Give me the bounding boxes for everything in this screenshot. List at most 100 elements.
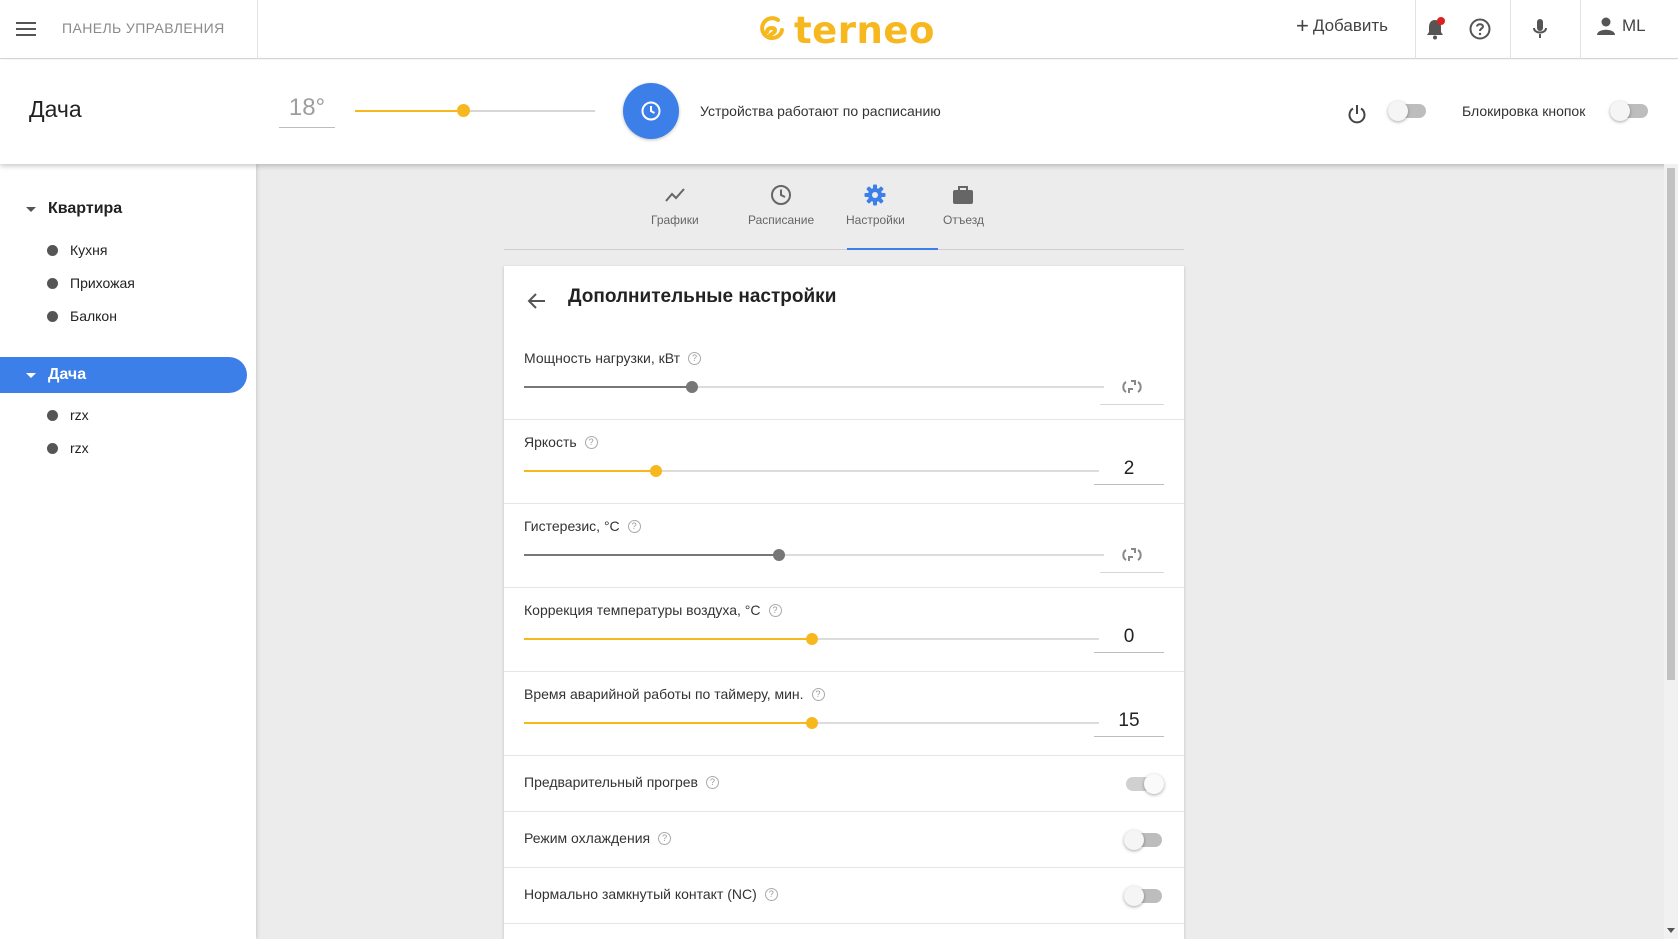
schedule-status-text: Устройства работают по расписанию (700, 103, 941, 119)
help-icon[interactable]: ? (688, 351, 702, 365)
setting-row-hysteresis: Гистерезис, °C? (504, 504, 1184, 588)
page-scrollbar[interactable] (1664, 164, 1678, 939)
sidebar-item-label: Прихожая (70, 275, 135, 291)
device-status-dot (47, 442, 58, 454)
brightness-slider[interactable] (524, 465, 1099, 477)
help-icon[interactable]: ? (627, 519, 641, 533)
setting-row-emergency-timer: Время аварийной работы по таймеру, мин.?… (504, 672, 1184, 756)
slider-thumb[interactable] (805, 633, 818, 645)
notifications-bell-icon[interactable] (1420, 14, 1450, 44)
setting-row-nc-contact: Нормально замкнутый контакт (NC)? (504, 868, 1184, 924)
divider (1510, 0, 1511, 59)
tab-settings[interactable]: Настройки (846, 182, 905, 250)
sidebar-item-label: rzx (70, 440, 89, 456)
setting-label: Предварительный прогрев (524, 774, 698, 790)
sidebar-item[interactable]: rzx (0, 434, 89, 462)
tab-label: Графики (651, 213, 699, 227)
setting-row-brightness: Яркость? 2 (504, 420, 1184, 504)
menu-icon[interactable] (16, 18, 42, 40)
help-icon[interactable]: ? (658, 831, 672, 845)
microphone-icon[interactable] (1525, 14, 1555, 44)
setting-label: Яркость (524, 434, 577, 450)
plus-icon: + (1296, 13, 1309, 38)
temperature-slider-thumb[interactable] (457, 104, 470, 117)
tab-graphs[interactable]: Графики (651, 182, 699, 250)
help-icon[interactable]: ? (705, 775, 719, 789)
logo-icon (760, 16, 784, 41)
settings-card: Дополнительные настройки Мощность нагруз… (504, 266, 1184, 939)
hysteresis-slider[interactable] (524, 549, 1104, 561)
load-power-slider[interactable] (524, 381, 1104, 393)
air-correction-value-input[interactable]: 0 (1094, 621, 1164, 653)
nc-contact-toggle[interactable] (1124, 886, 1162, 906)
device-status-dot (47, 244, 58, 256)
chart-icon (662, 182, 688, 208)
slider-thumb[interactable] (686, 381, 699, 393)
tab-schedule[interactable]: Расписание (748, 182, 814, 250)
logo[interactable]: terneo (756, 9, 935, 52)
auto-refresh-icon[interactable] (1100, 369, 1164, 405)
person-icon (1597, 17, 1615, 35)
panel-title[interactable]: ПАНЕЛЬ УПРАВЛЕНИЯ (62, 20, 225, 36)
setting-row-preheat: Предварительный прогрев? (504, 756, 1184, 812)
sidebar-item[interactable]: rzx (0, 401, 89, 429)
sidebar: Квартира Кухня Прихожая Балкон Дача rzx … (0, 164, 256, 939)
button-lock-toggle[interactable] (1610, 101, 1648, 121)
tab-away[interactable]: Отъезд (943, 182, 984, 250)
help-icon[interactable]: ? (584, 435, 598, 449)
sidebar-item-label: Кухня (70, 242, 108, 258)
arrow-back-icon[interactable] (522, 286, 552, 316)
user-menu-button[interactable]: ML (1596, 16, 1646, 36)
user-initials: ML (1622, 16, 1646, 35)
sidebar-item-label: rzx (70, 407, 89, 423)
device-status-dot (47, 310, 58, 322)
briefcase-icon (950, 182, 976, 208)
setting-row-load-power: Мощность нагрузки, кВт? (504, 336, 1184, 420)
setting-label: Мощность нагрузки, кВт (524, 350, 681, 366)
slider-thumb[interactable] (773, 549, 786, 561)
power-toggle[interactable] (1388, 101, 1426, 121)
emergency-timer-value-input[interactable]: 15 (1094, 705, 1164, 737)
help-icon[interactable]: ? (768, 603, 782, 617)
main-content: Графики Расписание Настройки Отъезд Допо… (256, 164, 1678, 939)
sidebar-item[interactable]: Прихожая (0, 269, 135, 297)
schedule-mode-button[interactable] (623, 83, 679, 139)
cooling-mode-toggle[interactable] (1124, 830, 1162, 850)
sidebar-item[interactable]: Балкон (0, 302, 117, 330)
emergency-timer-slider[interactable] (524, 717, 1099, 729)
help-icon[interactable]: ? (811, 687, 825, 701)
caret-down-icon (26, 372, 36, 378)
add-button[interactable]: + Добавить (1296, 13, 1388, 38)
sidebar-group-kvartira[interactable]: Квартира (0, 191, 122, 227)
sidebar-group-label: Дача (48, 366, 87, 383)
slider-thumb[interactable] (650, 465, 663, 477)
sidebar-item[interactable]: Кухня (0, 236, 107, 264)
tab-label: Настройки (846, 213, 905, 227)
tab-bar: Графики Расписание Настройки Отъезд (504, 164, 1184, 250)
top-app-bar: ПАНЕЛЬ УПРАВЛЕНИЯ terneo + Добавить ML (0, 0, 1678, 59)
device-status-dot (47, 277, 58, 289)
sidebar-group-dacha[interactable]: Дача (0, 357, 247, 393)
notification-badge (1437, 17, 1445, 25)
air-correction-slider[interactable] (524, 633, 1099, 645)
preheat-toggle[interactable] (1126, 774, 1164, 794)
temperature-slider[interactable] (355, 104, 595, 117)
help-icon[interactable] (1465, 14, 1495, 44)
temperature-setpoint[interactable]: 18° (279, 94, 335, 128)
group-title: Дача (29, 96, 82, 122)
slider-thumb[interactable] (805, 717, 818, 729)
auto-refresh-icon[interactable] (1100, 537, 1164, 573)
clock-icon (641, 101, 661, 121)
setting-label: Время аварийной работы по таймеру, мин. (524, 686, 804, 702)
divider (1580, 0, 1581, 59)
help-icon[interactable]: ? (764, 887, 778, 901)
divider (257, 0, 258, 59)
device-status-dot (47, 409, 58, 421)
power-icon (1344, 101, 1370, 127)
card-header: Дополнительные настройки (504, 266, 1184, 336)
button-lock-label: Блокировка кнопок (1462, 103, 1586, 119)
scrollbar-thumb[interactable] (1667, 168, 1675, 680)
scroll-down-arrow-icon[interactable] (1667, 928, 1675, 933)
brightness-value-input[interactable]: 2 (1094, 453, 1164, 485)
group-header: Дача 18° Устройства работают по расписан… (0, 60, 1678, 164)
